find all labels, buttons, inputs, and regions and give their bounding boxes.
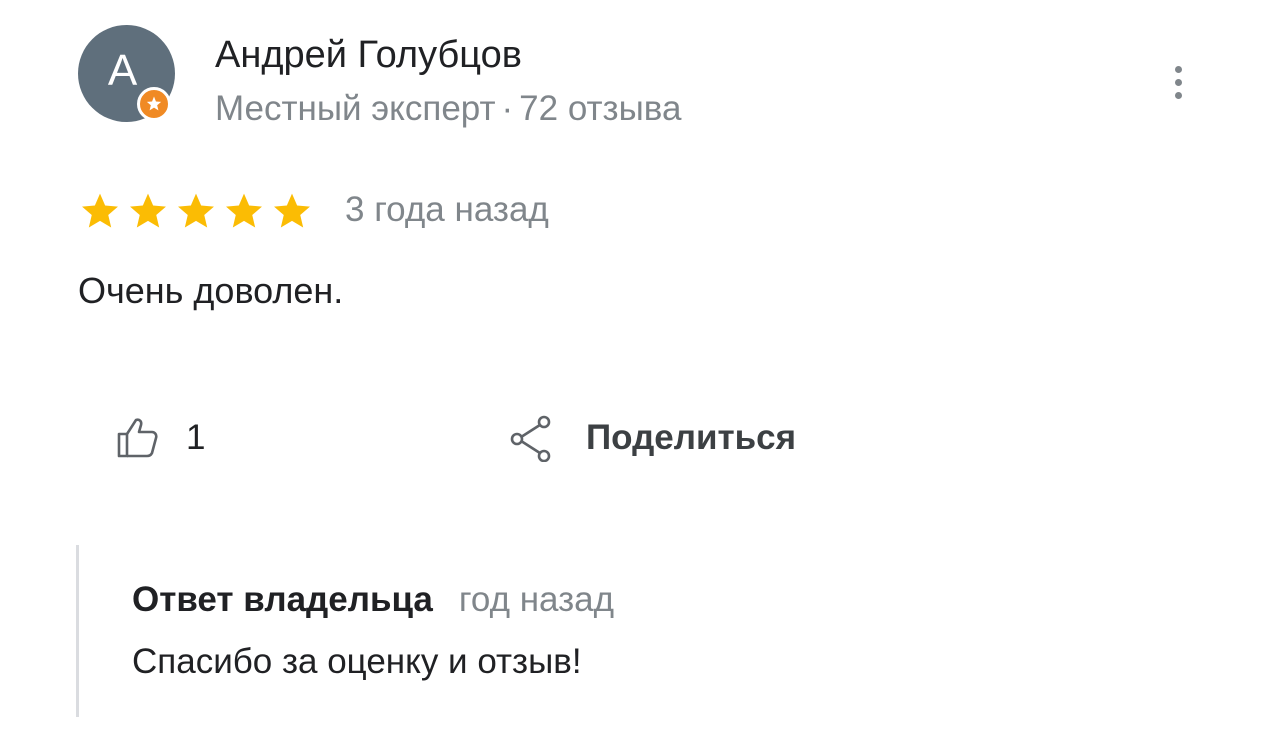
- share-icon: [510, 415, 551, 462]
- star-icon: [130, 193, 166, 228]
- thumb-up-icon: [117, 418, 158, 458]
- review-date: 3 года назад: [345, 190, 549, 229]
- author-reviews-count: 72 отзыва: [519, 89, 682, 128]
- author-role: Местный эксперт: [215, 89, 496, 128]
- star-rating: [78, 189, 314, 233]
- owner-reply-label: Ответ владельца: [132, 580, 433, 619]
- star-icon: [226, 193, 262, 228]
- owner-reply-text: Спасибо за оценку и отзыв!: [132, 642, 582, 681]
- share-button[interactable]: Поделиться: [508, 410, 796, 466]
- more-vert-icon-dot: [1174, 78, 1182, 86]
- avatar-letter: A: [107, 46, 138, 95]
- local-guide-badge-icon: [137, 87, 171, 121]
- star-icon: [82, 193, 118, 228]
- author-meta: Местный эксперт · 72 отзыва: [215, 87, 681, 131]
- review-card: A Андрей Голубцов Местный эксперт · 72 отз…: [0, 0, 1280, 743]
- star-icon: [274, 193, 310, 228]
- author-name[interactable]: Андрей Голубцов: [215, 32, 522, 78]
- badge-star-icon: [146, 96, 162, 111]
- more-vert-icon-dot: [1174, 91, 1182, 99]
- meta-separator: ·: [501, 89, 514, 128]
- star-icon: [178, 193, 214, 228]
- owner-reply: Ответ владельца год назад Спасибо за оцен…: [76, 545, 979, 717]
- like-button[interactable]: 1: [114, 410, 205, 466]
- more-vert-icon: [1174, 65, 1182, 73]
- owner-reply-date: год назад: [458, 580, 615, 619]
- more-options-button[interactable]: [1160, 56, 1196, 108]
- share-label: Поделиться: [586, 418, 797, 457]
- like-count: 1: [186, 418, 206, 457]
- owner-reply-header: Ответ владельца год назад: [132, 577, 614, 630]
- review-text: Очень доволен.: [78, 270, 344, 311]
